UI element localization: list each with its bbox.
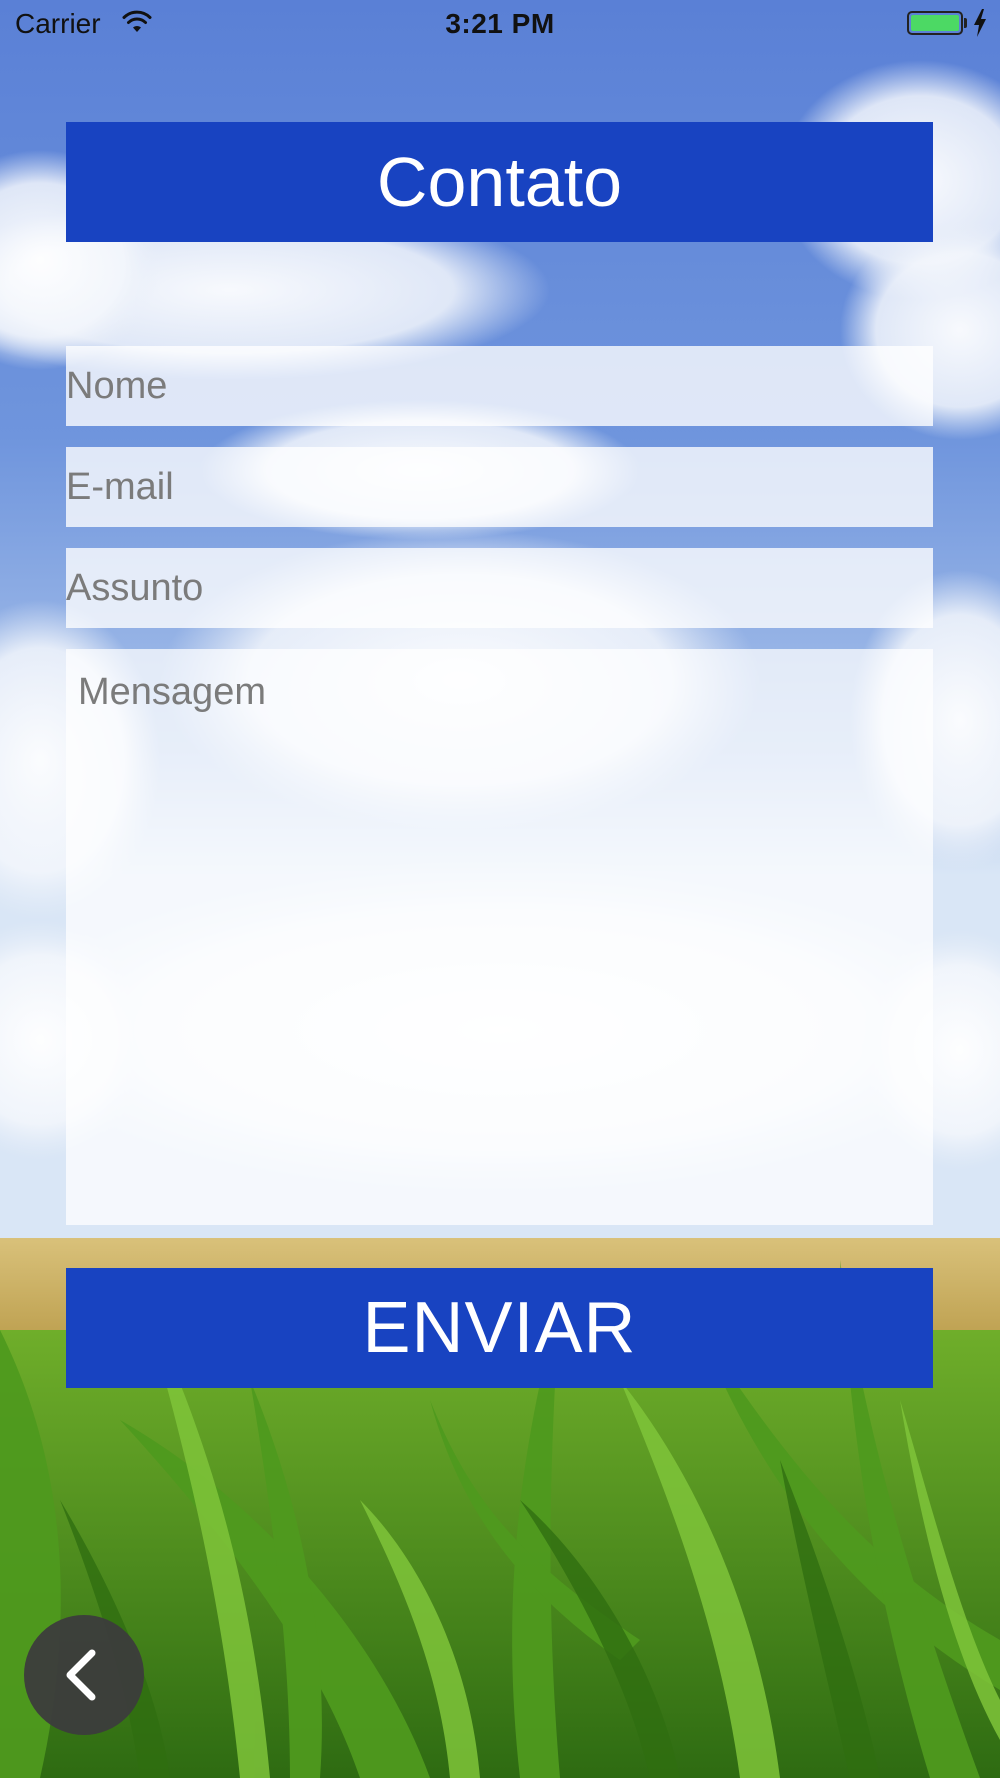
charging-bolt-icon <box>974 9 986 37</box>
status-time: 3:21 PM <box>445 8 555 39</box>
subject-field[interactable] <box>66 548 933 628</box>
status-bar: Carrier 3:21 PM <box>0 0 1000 50</box>
message-field[interactable] <box>66 649 933 1225</box>
battery-cap <box>964 18 967 28</box>
back-button[interactable] <box>24 1615 144 1735</box>
name-field[interactable] <box>66 346 933 426</box>
title-bar: Contato <box>66 122 933 242</box>
battery-level <box>911 15 959 31</box>
contact-screen: Carrier 3:21 PM Contato ENVIAR <box>0 0 1000 1778</box>
page-title: Contato <box>376 143 623 221</box>
email-field[interactable] <box>66 447 933 527</box>
battery-icon <box>907 11 963 35</box>
chevron-left-icon <box>66 1649 96 1701</box>
send-button-label: ENVIAR <box>362 1288 637 1368</box>
send-button[interactable]: ENVIAR <box>66 1268 933 1388</box>
